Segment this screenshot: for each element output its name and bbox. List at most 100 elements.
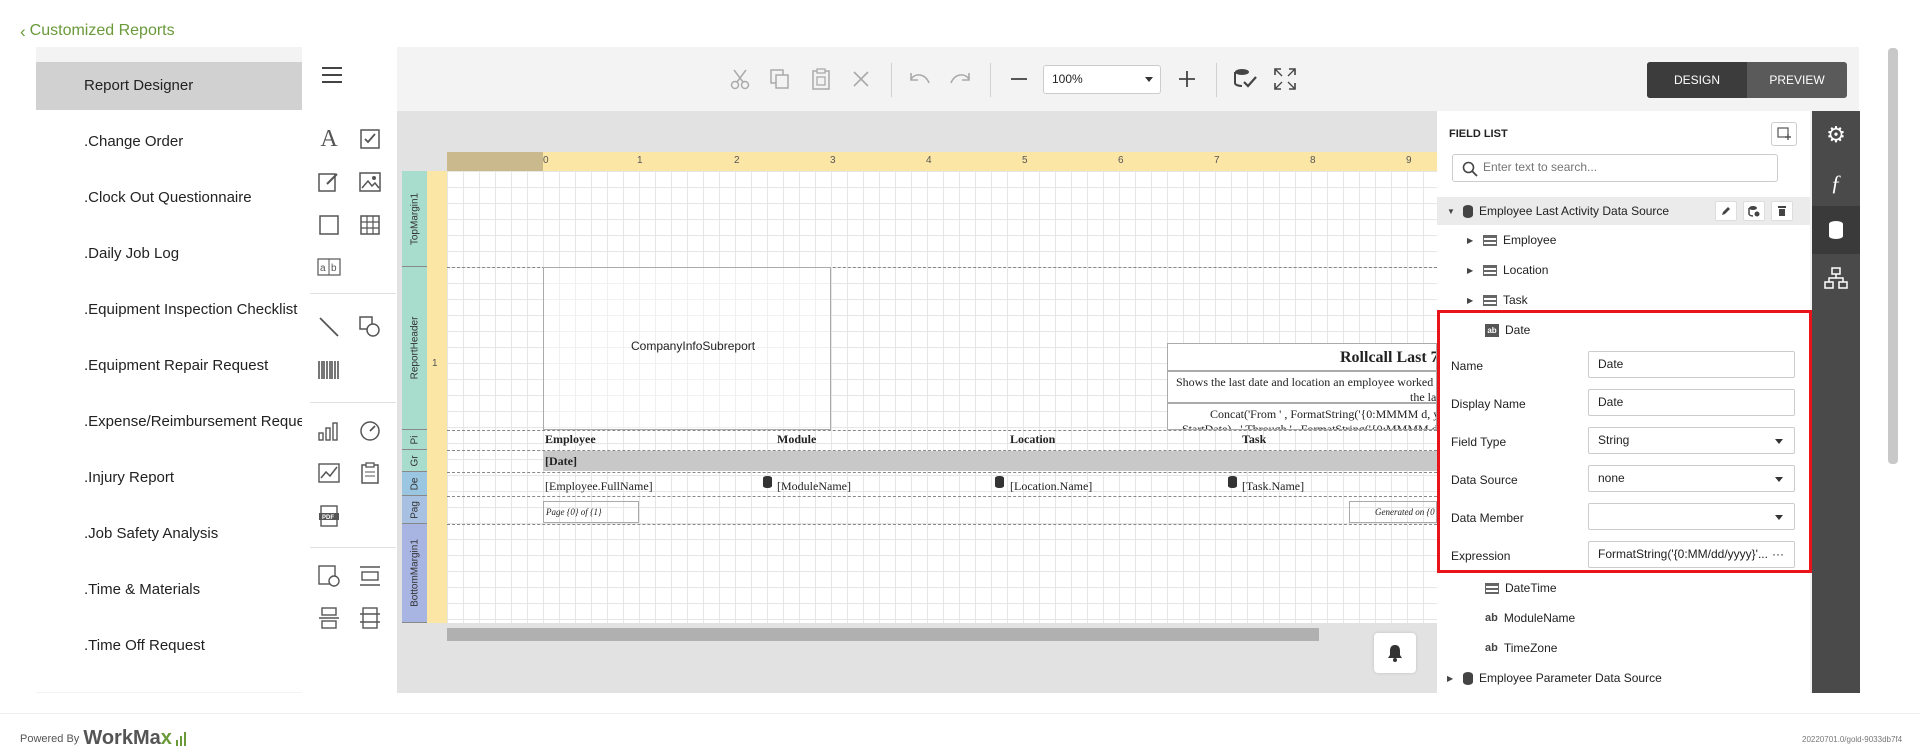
remove-datasource-button[interactable] — [1771, 201, 1793, 221]
subreport-tool-icon[interactable] — [316, 563, 342, 589]
preview-mode-button[interactable]: PREVIEW — [1747, 62, 1847, 98]
panel-tool-icon[interactable] — [316, 212, 342, 238]
tree-node-timezone[interactable]: ab TimeZone — [1485, 641, 1557, 655]
shape-tool-icon[interactable] — [357, 314, 383, 340]
field-search[interactable] — [1452, 154, 1778, 182]
band-page-footer[interactable]: Pag — [402, 496, 427, 524]
text-label-tool-icon[interactable]: A — [316, 126, 342, 152]
report-item[interactable]: .Time Off Request — [36, 622, 302, 670]
tree-node-task[interactable]: ▶ Task — [1467, 293, 1528, 307]
richtext-tool-icon[interactable] — [316, 169, 342, 195]
clipboard-tool-icon[interactable] — [357, 460, 383, 486]
prop-field-type-select[interactable]: String — [1588, 427, 1795, 454]
company-info-subreport[interactable]: CompanyInfoSubreport — [543, 267, 831, 430]
tree-node-employee[interactable]: ▶ Employee — [1467, 233, 1556, 247]
report-item[interactable]: .Expense/Reimbursement Request — [36, 398, 302, 446]
zoom-in-icon[interactable] — [1174, 66, 1200, 92]
report-item[interactable]: .Injury Report — [36, 454, 302, 502]
band-page-header[interactable]: Pi — [402, 430, 427, 450]
expand-icon[interactable]: ▶ — [1467, 236, 1477, 245]
report-item[interactable]: .Equipment Inspection Checklist — [36, 286, 302, 334]
pdf-content-tool-icon[interactable]: PDF — [316, 503, 342, 529]
copy-icon[interactable] — [767, 66, 793, 92]
expand-icon[interactable]: ▶ — [1467, 266, 1477, 275]
report-item[interactable]: .Change Order — [36, 118, 302, 166]
tree-node-datasource[interactable]: ▼ Employee Last Activity Data Source — [1447, 204, 1669, 218]
design-mode-button[interactable]: DESIGN — [1647, 62, 1747, 98]
report-item[interactable]: .Daily Job Log — [36, 230, 302, 278]
page-scrollbar[interactable] — [1888, 48, 1898, 464]
report-subtitle[interactable]: Shows the last date and location an empl… — [1167, 371, 1437, 403]
barcode-tool-icon[interactable] — [316, 357, 342, 383]
collapse-icon[interactable]: ▼ — [1447, 207, 1457, 216]
header-location[interactable]: Location — [1010, 432, 1055, 447]
gear-icon[interactable]: ⚙ — [1822, 121, 1850, 149]
more-icon[interactable]: ··· — [1772, 542, 1784, 567]
tree-node-date[interactable]: ab Date — [1485, 323, 1530, 337]
database-tab-icon[interactable] — [1822, 216, 1850, 244]
report-title[interactable]: Rollcall Last 7 — [1167, 343, 1437, 371]
tree-node-location[interactable]: ▶ Location — [1467, 263, 1548, 277]
detail-task-field[interactable]: [Task.Name] — [1242, 479, 1304, 494]
zoom-out-icon[interactable] — [1006, 66, 1032, 92]
edit-datasource-button[interactable] — [1715, 201, 1737, 221]
rebuild-datasource-button[interactable] — [1743, 201, 1765, 221]
fullscreen-icon[interactable] — [1272, 66, 1298, 92]
report-explorer-icon[interactable] — [1822, 264, 1850, 292]
report-item-report-designer[interactable]: Report Designer — [36, 62, 302, 110]
report-item[interactable]: .Job Safety Analysis — [36, 510, 302, 558]
band-detail[interactable]: De — [402, 472, 427, 496]
page-break-tool-icon[interactable] — [316, 605, 342, 631]
back-link[interactable]: ‹ Customized Reports — [20, 22, 175, 40]
field-search-input[interactable] — [1483, 160, 1763, 174]
delete-icon[interactable] — [848, 66, 874, 92]
report-item[interactable]: .Time & Materials — [36, 566, 302, 614]
prop-data-source-select[interactable]: none — [1588, 465, 1795, 492]
hamburger-menu-icon[interactable] — [322, 66, 344, 84]
picture-tool-icon[interactable] — [357, 169, 383, 195]
function-icon[interactable]: ƒ — [1822, 169, 1850, 197]
detail-employee-field[interactable]: [Employee.FullName] — [545, 479, 653, 494]
cut-icon[interactable] — [727, 66, 753, 92]
checkbox-tool-icon[interactable] — [357, 126, 383, 152]
band-group-header[interactable]: Gr — [402, 450, 427, 472]
horizontal-scrollbar[interactable] — [447, 628, 1319, 641]
add-datasource-button[interactable] — [1771, 122, 1797, 146]
cross-band-tool-icon[interactable] — [357, 605, 383, 631]
toc-tool-icon[interactable] — [357, 563, 383, 589]
header-employee[interactable]: Employee — [545, 432, 596, 447]
tree-node-modulename[interactable]: ab ModuleName — [1485, 611, 1575, 625]
prop-expression-input[interactable]: FormatString('{0:MM/dd/yyyy}'... ··· — [1588, 541, 1795, 568]
table-tool-icon[interactable] — [357, 212, 383, 238]
band-report-header[interactable]: ReportHeader — [402, 267, 427, 430]
header-task[interactable]: Task — [1242, 432, 1266, 447]
generated-on[interactable]: Generated on {0 — [1349, 501, 1437, 523]
expand-icon[interactable]: ▶ — [1447, 674, 1457, 683]
band-bottom-margin[interactable]: BottomMargin1 — [402, 524, 427, 623]
undo-icon[interactable] — [907, 66, 933, 92]
sparkline-tool-icon[interactable] — [316, 460, 342, 486]
redo-icon[interactable] — [947, 66, 973, 92]
header-module[interactable]: Module — [777, 432, 816, 447]
chart-tool-icon[interactable] — [316, 418, 342, 444]
tree-node-datasource-2[interactable]: ▶ Employee Parameter Data Source — [1447, 671, 1662, 685]
group-date-field[interactable]: [Date] — [543, 451, 1437, 471]
expand-icon[interactable]: ▶ — [1467, 296, 1477, 305]
paste-icon[interactable] — [808, 66, 834, 92]
line-tool-icon[interactable] — [316, 314, 342, 340]
band-top-margin[interactable]: TopMargin1 — [402, 171, 427, 267]
zoom-select[interactable]: 100% — [1043, 65, 1161, 94]
prop-data-member-select[interactable] — [1588, 503, 1795, 530]
prop-name-input[interactable]: Date — [1588, 351, 1795, 378]
tree-node-datetime[interactable]: DateTime — [1485, 581, 1557, 595]
prop-display-name-input[interactable]: Date — [1588, 389, 1795, 416]
page-info[interactable]: Page {0} of {1} — [543, 501, 639, 523]
character-comb-tool-icon[interactable]: ab — [316, 254, 342, 280]
report-item[interactable]: .Equipment Repair Request — [36, 342, 302, 390]
date-range-expression[interactable]: Concat('From ' , FormatString('{0:MMMM d… — [1167, 403, 1437, 430]
detail-module-field[interactable]: [ModuleName] — [777, 479, 851, 494]
detail-location-field[interactable]: [Location.Name] — [1010, 479, 1092, 494]
report-item[interactable]: .Clock Out Questionnaire — [36, 174, 302, 222]
validate-bindings-icon[interactable] — [1232, 66, 1258, 92]
notification-button[interactable] — [1374, 633, 1416, 673]
